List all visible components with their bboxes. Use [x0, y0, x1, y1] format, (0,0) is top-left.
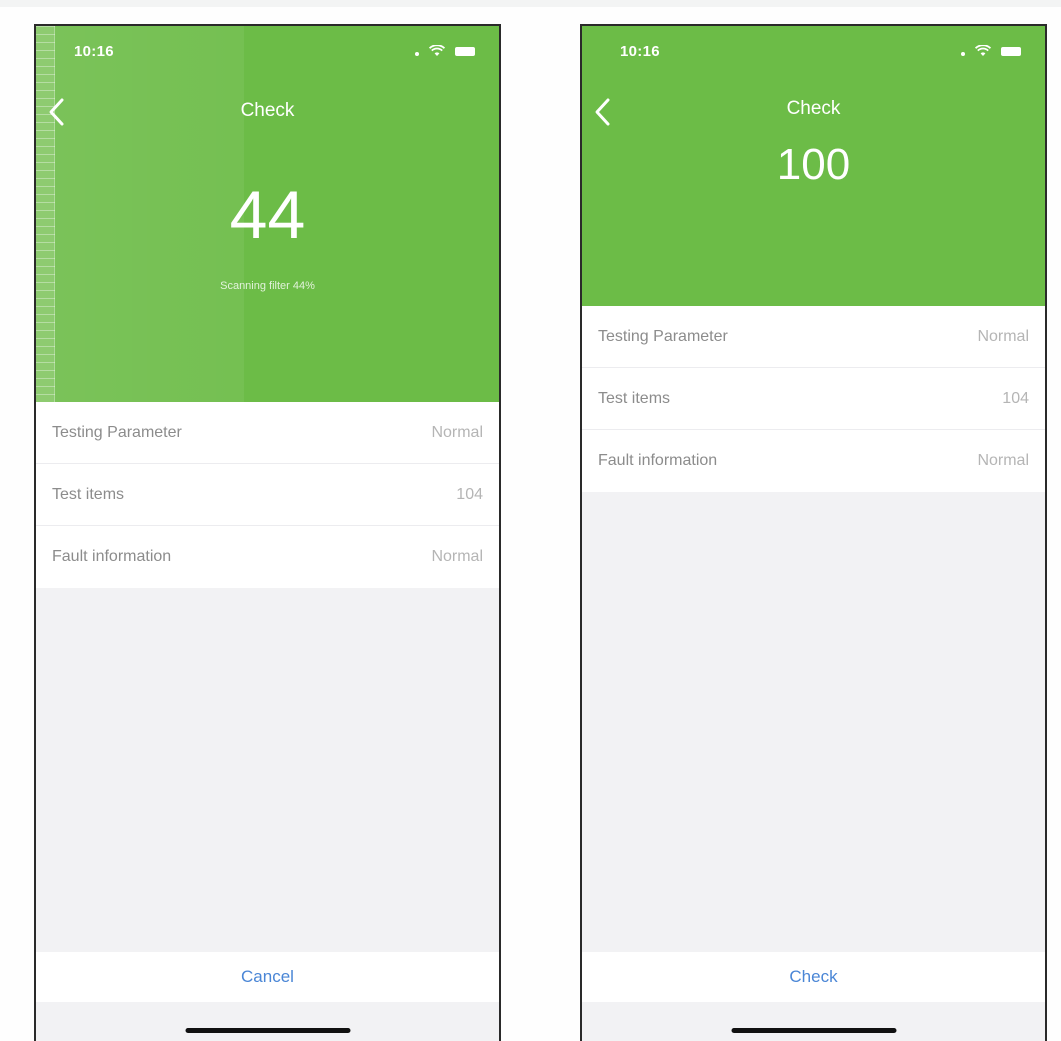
check-header: 10:16 Check 100 [582, 26, 1045, 306]
signal-dot-icon [961, 52, 965, 56]
check-button[interactable]: Check [582, 952, 1045, 1002]
list-item: Testing Parameter Normal [582, 306, 1045, 368]
phone-screen-complete: 10:16 Check 100 Testing Parameter Normal… [580, 24, 1047, 1041]
row-label: Fault information [598, 452, 718, 469]
list-item: Testing Parameter Normal [36, 402, 499, 464]
scan-progress-value: 100 [776, 140, 851, 189]
row-label: Testing Parameter [598, 327, 728, 345]
page-title: Check [240, 100, 295, 121]
list-item: Fault information Normal [36, 526, 499, 588]
list-item: Test items 104 [36, 464, 499, 526]
cancel-button[interactable]: Cancel [36, 952, 499, 1002]
row-value: Normal [431, 548, 483, 565]
top-divider [0, 0, 1061, 7]
wifi-icon [429, 45, 445, 56]
row-label: Test items [52, 485, 125, 503]
battery-icon [1001, 46, 1021, 56]
home-indicator [731, 1028, 896, 1033]
status-time: 10:16 [74, 43, 114, 60]
row-label: Test items [598, 389, 671, 407]
phone-screen-scanning: 10:16 Check 44 Scanning filter 44% Testi… [34, 24, 501, 1041]
list-item: Fault information Normal [582, 430, 1045, 492]
page-title: Check [786, 98, 841, 119]
battery-icon [455, 46, 475, 56]
home-indicator [185, 1028, 350, 1033]
status-time: 10:16 [620, 43, 660, 60]
check-results-list: Testing Parameter Normal Test items 104 … [582, 306, 1045, 492]
wifi-icon [975, 45, 991, 56]
row-value: Normal [977, 452, 1029, 469]
status-icons [961, 40, 1021, 62]
row-value: Normal [977, 327, 1029, 345]
status-icons [415, 40, 475, 62]
row-value: Normal [431, 423, 483, 441]
row-label: Testing Parameter [52, 423, 182, 441]
row-value: 104 [1002, 389, 1029, 407]
status-bar: 10:16 [36, 40, 499, 64]
signal-dot-icon [415, 52, 419, 56]
check-results-list: Testing Parameter Normal Test items 104 … [36, 402, 499, 588]
status-bar: 10:16 [582, 40, 1045, 64]
row-label: Fault information [52, 548, 172, 565]
scan-progress-value: 44 [229, 177, 306, 253]
list-item: Test items 104 [582, 368, 1045, 430]
row-value: 104 [456, 485, 483, 503]
check-header: 10:16 Check 44 Scanning filter 44% [36, 26, 499, 402]
scan-progress-text: Scanning filter 44% [220, 280, 315, 292]
